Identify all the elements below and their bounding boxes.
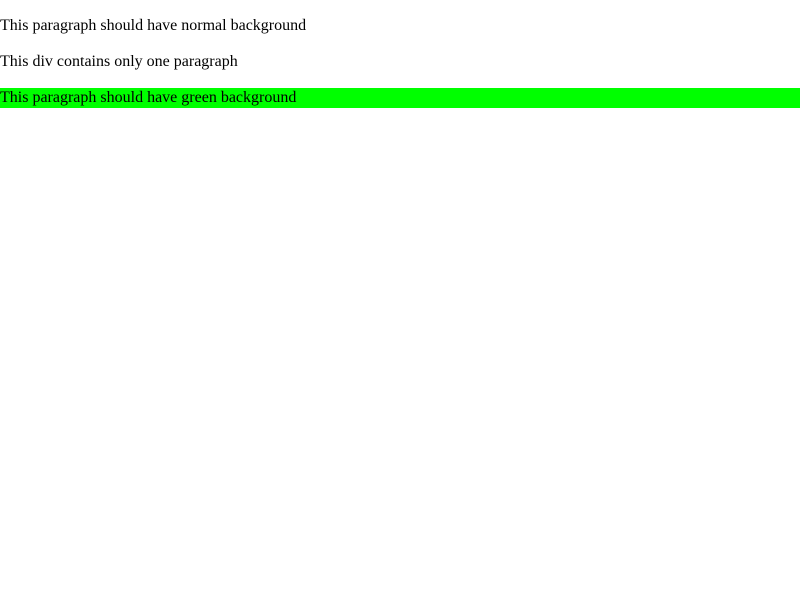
div-only-paragraph: This div contains only one paragraph [0, 53, 238, 71]
normal-background-paragraph: This paragraph should have normal backgr… [0, 17, 307, 35]
single-paragraph-container: This div contains only one paragraph [0, 52, 800, 72]
green-background-paragraph: This paragraph should have green backgro… [0, 88, 800, 109]
document-body: This paragraph should have normal backgr… [0, 16, 800, 109]
